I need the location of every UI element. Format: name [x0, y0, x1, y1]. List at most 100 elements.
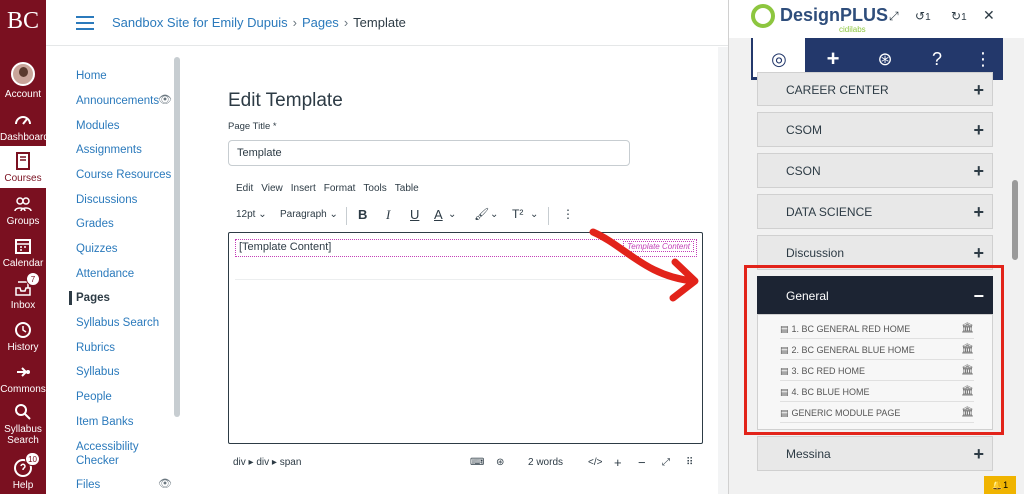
designplus-logo-icon: [751, 4, 775, 28]
category-csom[interactable]: CSOM +: [757, 112, 993, 147]
font-size-select[interactable]: 12pt ⌄: [236, 209, 267, 220]
highlight-icon[interactable]: 🖌: [474, 207, 489, 221]
menu-table[interactable]: Table: [395, 183, 419, 194]
dashboard-icon: [12, 110, 34, 130]
courses-icon: [12, 151, 34, 171]
help-badge: 10: [25, 452, 40, 466]
chevron-down-icon[interactable]: ⌄: [448, 209, 456, 220]
expand-plus-icon: +: [973, 202, 984, 222]
course-nav-people[interactable]: People: [76, 390, 112, 404]
expand-plus-icon: +: [973, 161, 984, 181]
block-format-select[interactable]: Paragraph ⌄: [280, 209, 338, 220]
course-nav-course-resources[interactable]: Course Resources: [76, 168, 171, 182]
global-nav: BC Account Dashboard Courses Groups Cale…: [0, 0, 49, 494]
superscript-icon[interactable]: T²: [512, 207, 523, 221]
expand-plus-icon: +: [973, 80, 984, 100]
inbox-badge: 7: [26, 272, 40, 286]
nav-dashboard[interactable]: Dashboard: [0, 110, 49, 143]
page-title-input[interactable]: [228, 140, 630, 166]
editor-toolbar: 12pt ⌄ Paragraph ⌄ B I U A ⌄ 🖌 ⌄ T² ⌄ ⋮: [236, 207, 576, 227]
html-view-icon[interactable]: </>: [588, 457, 602, 468]
course-nav-files[interactable]: Files: [76, 478, 100, 492]
expand-plus-icon: +: [973, 444, 984, 464]
word-count[interactable]: 2 words: [528, 457, 563, 468]
more-icon[interactable]: ⋮: [562, 207, 574, 221]
italic-icon[interactable]: I: [386, 207, 390, 223]
undo-button[interactable]: ↺1: [915, 9, 931, 23]
fullscreen-icon[interactable]: ⤢: [662, 457, 670, 468]
page-title-label: Page Title *: [228, 121, 277, 132]
breadcrumb-course[interactable]: Sandbox Site for Emily Dupuis: [112, 15, 288, 30]
course-nav: Home Announcements 👁 Modules Assignments…: [46, 47, 182, 494]
zoom-in-icon[interactable]: +: [614, 455, 622, 470]
close-icon[interactable]: ✕: [983, 7, 995, 24]
main-scrollbar[interactable]: [718, 47, 728, 494]
search-icon: [12, 402, 34, 422]
course-nav-pages[interactable]: Pages: [69, 291, 110, 305]
text-color-icon[interactable]: A: [434, 207, 443, 222]
nav-history[interactable]: History: [0, 320, 46, 353]
course-nav-discussions[interactable]: Discussions: [76, 193, 137, 207]
nav-calendar[interactable]: Calendar: [0, 236, 46, 269]
category-cson[interactable]: CSON +: [757, 153, 993, 188]
page-title: Edit Template: [228, 90, 343, 111]
institution-logo[interactable]: BC: [0, 8, 46, 35]
designplus-header: DesignPLUS cidilabs ⤢ ↺1 ↻1 ✕: [729, 0, 1024, 38]
hidden-eye-icon: 👁: [158, 478, 172, 490]
course-nav-rubrics[interactable]: Rubrics: [76, 341, 115, 355]
course-nav-grades[interactable]: Grades: [76, 217, 114, 231]
course-nav-syllabus-search[interactable]: Syllabus Search: [76, 316, 159, 330]
inbox-icon: 7: [12, 272, 40, 298]
course-nav-syllabus[interactable]: Syllabus: [76, 365, 119, 379]
expand-plus-icon: +: [973, 120, 984, 140]
nav-syllabus-search[interactable]: Syllabus Search: [0, 402, 46, 446]
course-nav-item-banks[interactable]: Item Banks: [76, 415, 134, 429]
chevron-down-icon[interactable]: ⌄: [490, 209, 498, 220]
editor-menubar: Edit View Insert Format Tools Table: [236, 183, 427, 194]
course-header: Sandbox Site for Emily Dupuis › Pages › Temp…: [46, 0, 728, 46]
avatar: [11, 62, 35, 86]
nav-account[interactable]: Account: [0, 62, 46, 100]
resize-handle-icon[interactable]: ⠿: [686, 457, 693, 468]
menu-view[interactable]: View: [261, 183, 283, 194]
designplus-scrollbar[interactable]: [1012, 180, 1018, 260]
redo-button[interactable]: ↻1: [951, 9, 967, 23]
course-nav-home[interactable]: Home: [76, 69, 107, 83]
category-career-center[interactable]: CAREER CENTER +: [757, 72, 993, 106]
menu-edit[interactable]: Edit: [236, 183, 253, 194]
course-nav-modules[interactable]: Modules: [76, 119, 119, 133]
history-icon: [12, 320, 34, 340]
menu-tools[interactable]: Tools: [363, 183, 386, 194]
highlight-box: [744, 265, 1004, 435]
course-nav-accessibility-checker[interactable]: Accessibility Checker: [76, 440, 152, 468]
category-messina[interactable]: Messina +: [757, 436, 993, 471]
nav-courses[interactable]: Courses: [0, 146, 46, 188]
calendar-icon: [12, 236, 34, 256]
nav-inbox[interactable]: 7 Inbox: [0, 272, 46, 311]
underline-icon[interactable]: U: [410, 207, 419, 222]
toolbar-divider: [346, 207, 347, 225]
keyboard-icon[interactable]: ⌨: [470, 457, 484, 468]
breadcrumb-pages[interactable]: Pages: [302, 15, 339, 30]
course-nav-announcements[interactable]: Announcements: [76, 94, 159, 108]
bold-icon[interactable]: B: [358, 207, 367, 222]
zoom-out-icon[interactable]: −: [638, 455, 646, 470]
menu-format[interactable]: Format: [324, 183, 356, 194]
chevron-down-icon[interactable]: ⌄: [530, 209, 538, 220]
menu-insert[interactable]: Insert: [291, 183, 316, 194]
accessibility-icon[interactable]: ⊛: [496, 457, 504, 468]
nav-commons[interactable]: Commons: [0, 362, 46, 395]
course-nav-scrollbar[interactable]: [174, 57, 180, 417]
nav-help[interactable]: 10 Help: [0, 452, 46, 491]
expand-icon[interactable]: ⤢: [889, 9, 899, 24]
hamburger-menu-icon[interactable]: [76, 16, 94, 30]
course-nav-assignments[interactable]: Assignments: [76, 143, 142, 157]
annotation-arrow-icon: [589, 228, 699, 302]
notification-bell[interactable]: 🔔1: [984, 476, 1016, 494]
element-path[interactable]: div ▸ div ▸ span: [233, 457, 301, 468]
nav-groups[interactable]: Groups: [0, 194, 46, 227]
commons-icon: [12, 362, 34, 382]
course-nav-quizzes[interactable]: Quizzes: [76, 242, 118, 256]
category-data-science[interactable]: DATA SCIENCE +: [757, 194, 993, 229]
course-nav-attendance[interactable]: Attendance: [76, 267, 134, 281]
